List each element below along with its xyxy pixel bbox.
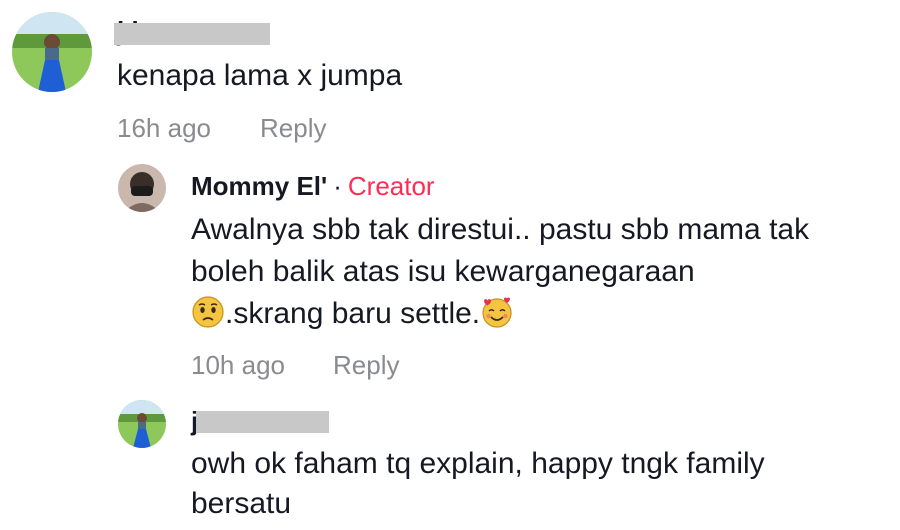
comment-text-line-2: boleh balik atas isu kewarganegaraan — [191, 255, 695, 288]
avatar-photo-icon — [12, 12, 92, 92]
avatar-photo-icon — [118, 400, 166, 448]
avatar-photo-icon — [118, 164, 166, 212]
comment-text: kenapa lama x jumpa — [117, 59, 403, 92]
comment-text-line-1: Awalnya sbb tak direstui.. pastu sbb mam… — [191, 213, 810, 246]
timestamp: 10h ago — [191, 350, 285, 380]
comment-1: j l kenapa lama x jumpa 16h ago Reply — [0, 0, 900, 150]
comment-2: Mommy El' · Creator Awalnya sbb tak direst… — [0, 150, 900, 390]
comment-3: j l owh ok faham tq explain, happy tngk … — [0, 390, 900, 530]
username-redaction — [114, 23, 270, 45]
comment-text-line-2: bersatu — [191, 487, 292, 520]
avatar[interactable] — [12, 12, 92, 92]
separator: · — [333, 171, 342, 201]
username[interactable]: Mommy El' · Creator — [191, 171, 435, 201]
creator-badge: Creator — [347, 171, 435, 201]
reply-button[interactable]: Reply — [260, 113, 326, 143]
comment-text-line-1: owh ok faham tq explain, happy tngk fami… — [191, 447, 765, 480]
smiling-face-with-hearts-emoji-icon — [482, 297, 512, 328]
timestamp: 16h ago — [117, 113, 211, 143]
username-redaction — [196, 411, 329, 433]
avatar[interactable] — [118, 164, 166, 212]
worried-face-emoji-icon — [192, 296, 224, 328]
comment-text-line-3: .skrang baru settle. — [191, 294, 514, 334]
avatar[interactable] — [118, 400, 166, 448]
reply-button[interactable]: Reply — [333, 350, 399, 380]
